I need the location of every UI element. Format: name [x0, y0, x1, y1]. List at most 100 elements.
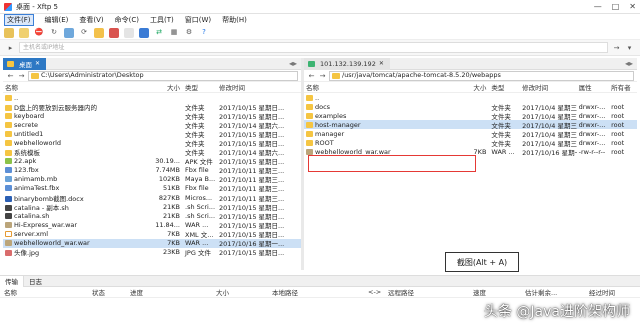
new-folder-icon[interactable]	[94, 27, 104, 38]
open-folder-icon[interactable]	[19, 27, 29, 38]
transfer-col-1[interactable]: 状态	[88, 287, 126, 297]
file-owner: root	[611, 102, 625, 111]
menu-help[interactable]: 帮助(H)	[222, 15, 247, 25]
file-type: XML 文...	[185, 230, 214, 239]
tab-local-desktop[interactable]: 桌面 ✕	[3, 57, 47, 70]
folder-icon	[5, 150, 12, 157]
transfer-col-6[interactable]: 远程路径	[384, 287, 469, 297]
file-name: ROOT	[315, 139, 334, 148]
tab-log[interactable]: 日志	[24, 276, 47, 287]
minimize-button[interactable]: —	[594, 2, 602, 11]
transfer-icon[interactable]	[64, 27, 74, 38]
remote-tab-label: 101.132.139.192	[320, 59, 376, 68]
transfer-col-8[interactable]: 估计剩余...	[521, 287, 585, 297]
forward-icon[interactable]: →	[318, 71, 327, 80]
menu-edit[interactable]: 编辑(E)	[45, 15, 69, 25]
fbx-icon	[5, 167, 12, 174]
remote-file-list: 名称 大小 类型 修改时间 属性 所有者 .. docs 文件夹 2017/10/4 …	[304, 82, 637, 157]
file-name: 系统模板	[14, 149, 40, 158]
transfer-col-5[interactable]: <->	[364, 288, 384, 296]
tab-transfers[interactable]: 传输	[0, 275, 24, 287]
close-tab-icon[interactable]: ✕	[35, 60, 40, 67]
transfer-col-4[interactable]: 本地路径	[268, 287, 364, 297]
reconnect-icon[interactable]: ↻	[49, 28, 59, 38]
file-type: Fbx file	[185, 166, 209, 175]
transfer-col-3[interactable]: 大小	[212, 287, 268, 297]
file-name: secrete	[14, 120, 39, 129]
col-date[interactable]: 修改时间	[520, 82, 577, 92]
file-name: D盘上的要放到云服务器内的	[14, 103, 98, 112]
back-icon[interactable]: ←	[307, 71, 316, 80]
file-name-cell: animaTest.fbx	[3, 184, 143, 192]
col-date[interactable]: 修改时间	[217, 82, 301, 92]
close-button[interactable]: ✕	[629, 2, 636, 11]
transfer-col-7[interactable]: 速度	[469, 287, 521, 297]
settings-icon[interactable]: ⚙	[184, 28, 194, 38]
file-size: 827KB	[158, 193, 180, 202]
menu-window[interactable]: 窗口(W)	[185, 15, 211, 25]
col-name[interactable]: 名称	[3, 82, 143, 92]
connect-dropdown-icon[interactable]: ▾	[625, 43, 634, 52]
file-row[interactable]: 头像.jpg 23KB JPG 文件 2017/10/15 星期日...	[3, 248, 301, 257]
file-row[interactable]: examples文件夹2017/10/4 星期三...drwxr-...root	[304, 111, 637, 121]
layout-icon[interactable]: ▦	[169, 28, 179, 38]
screenshot-tooltip: 截图(Alt + A)	[445, 252, 519, 272]
menu-command[interactable]: 命令(C)	[115, 15, 139, 25]
properties-icon[interactable]	[124, 27, 134, 38]
tab-menu-icon[interactable]: ◂▸	[625, 59, 633, 68]
file-perm: -rw-r--r--	[578, 148, 606, 157]
transfer-col-2[interactable]: 进度	[126, 287, 212, 297]
folder-icon	[306, 130, 313, 137]
col-permissions[interactable]: 属性	[577, 82, 610, 92]
file-row[interactable]: ..	[304, 93, 637, 102]
xshell-icon[interactable]	[139, 27, 149, 38]
maximize-button[interactable]: □	[612, 2, 620, 11]
file-name: animaTest.fbx	[14, 184, 60, 193]
col-type[interactable]: 类型	[489, 82, 520, 92]
close-tab-icon[interactable]: ✕	[379, 60, 384, 67]
connect-arrow-icon[interactable]: →	[612, 43, 621, 52]
tab-remote-session[interactable]: 101.132.139.192 ✕	[304, 57, 390, 70]
file-type: APK 文件	[185, 158, 213, 167]
disconnect-icon[interactable]: ⛔	[34, 28, 44, 38]
menu-file[interactable]: 文件(F)	[4, 14, 34, 26]
file-row[interactable]: ROOT文件夹2017/10/4 星期三...drwxr-...root	[304, 138, 637, 148]
xftp-app-icon	[4, 2, 12, 11]
menu-tools[interactable]: 工具(T)	[150, 15, 174, 25]
refresh-icon[interactable]: ⟳	[79, 28, 89, 38]
sync-icon[interactable]: ⇄	[154, 28, 164, 38]
file-row[interactable]: host-manager文件夹2017/10/4 星期三...drwxr-...…	[304, 120, 637, 130]
file-name: ..	[14, 93, 19, 102]
local-path-input[interactable]: C:\Users\Administrator\Desktop	[28, 70, 298, 81]
fbx-icon	[5, 185, 12, 192]
transfer-col-9[interactable]: 经过时间	[585, 287, 625, 297]
desktop-icon	[7, 60, 14, 67]
file-size: 11.84...	[155, 220, 180, 229]
col-size[interactable]: 大小	[456, 82, 490, 92]
host-address-input[interactable]: 主机名或IP地址	[19, 42, 608, 53]
file-name: manager	[315, 129, 345, 138]
file-type: WAR ...	[491, 148, 515, 157]
back-icon[interactable]: ←	[6, 71, 15, 80]
folder-icon	[5, 104, 12, 111]
remote-path-input[interactable]: /usr/java/tomcat/apache-tomcat-8.5.20/we…	[329, 70, 634, 81]
up-icon	[306, 94, 313, 101]
col-type[interactable]: 类型	[183, 82, 217, 92]
file-row[interactable]: manager文件夹2017/10/4 星期三...drwxr-...root	[304, 129, 637, 139]
col-size[interactable]: 大小	[143, 82, 183, 92]
title-bar: 桌面 - Xftp 5 — □ ✕	[0, 0, 640, 14]
file-row[interactable]: webhelloworld_war.war 7KB WAR ... 2017/10/1…	[304, 148, 637, 157]
help-icon[interactable]: ?	[199, 28, 209, 38]
menu-view[interactable]: 查看(V)	[79, 15, 103, 25]
file-row[interactable]: docs文件夹2017/10/4 星期三...drwxr-...root	[304, 102, 637, 112]
host-list-icon[interactable]: ▸	[6, 43, 15, 52]
col-owner[interactable]: 所有者	[609, 82, 637, 92]
new-session-icon[interactable]	[4, 27, 14, 38]
col-name[interactable]: 名称	[304, 82, 456, 92]
file-name-cell: examples	[304, 112, 456, 120]
delete-icon[interactable]	[109, 27, 119, 38]
remote-panel: 101.132.139.192 ✕ ◂▸ ← → /usr/java/tomca…	[304, 57, 637, 270]
forward-icon[interactable]: →	[17, 71, 26, 80]
transfer-col-0[interactable]: 名称	[0, 287, 88, 297]
tab-menu-icon[interactable]: ◂▸	[289, 59, 297, 68]
